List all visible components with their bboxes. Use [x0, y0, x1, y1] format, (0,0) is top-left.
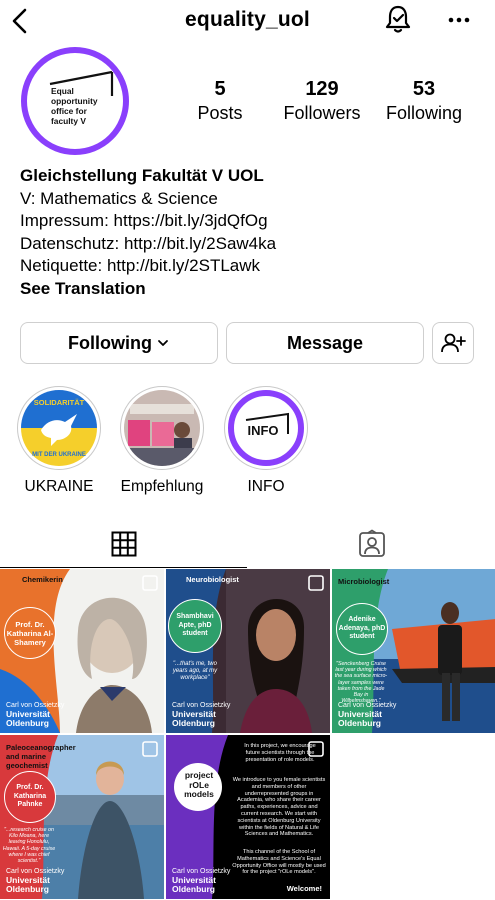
post-quote: "Senckenberg Cruise last year during whi…	[334, 661, 388, 705]
university-line1: Carl von Ossietzky	[338, 701, 397, 709]
university-line3: Oldenburg	[172, 883, 215, 894]
profile-stats: 5 Posts 129 Followers 53 Following	[180, 78, 480, 128]
empfehlung-thumbnail-icon	[124, 390, 200, 466]
post-quote: "...that's me, two years ago, at my work…	[172, 661, 218, 681]
project-welcome-text: Welcome!	[286, 884, 322, 893]
multiple-images-icon	[308, 575, 324, 591]
ukraine-dove-icon: SOLIDARITÄT MIT DER UKRAINE	[21, 390, 97, 466]
highlight-ring: INFO	[224, 386, 308, 470]
highlight-ring	[120, 386, 204, 470]
see-translation-link[interactable]: See Translation	[20, 278, 480, 301]
tagged-person-icon	[358, 529, 385, 557]
post-quote: "...research cruise on Kilo Moana, here …	[2, 827, 56, 865]
posts-count: 5	[214, 78, 226, 100]
followers-label: Followers	[283, 103, 361, 123]
profile-avatar[interactable]: Equal opportunity office for faculty V	[20, 46, 130, 156]
bell-icon[interactable]	[383, 4, 413, 36]
bio-datenschutz-link[interactable]: Datenschutz: http://bit.ly/2Saw4ka	[20, 233, 480, 256]
university-logo-text: Carl von Ossietzky Universität Oldenburg	[6, 702, 64, 728]
university-line1: Carl von Ossietzky	[172, 701, 231, 709]
avatar-logo: Equal opportunity office for faculty V	[21, 47, 129, 155]
multiple-images-icon	[142, 741, 158, 757]
university-logo-text: Carl von Ossietzky Universität Oldenburg	[172, 702, 230, 728]
tab-tagged[interactable]	[248, 520, 495, 568]
highlight-label: UKRAINE	[24, 478, 94, 495]
posts-label: Posts	[197, 103, 243, 123]
profile-username: equality_uol	[185, 8, 310, 31]
grid-icon	[111, 531, 136, 557]
highlight-label: INFO	[247, 478, 285, 495]
post-tag: Neurobiologist	[186, 575, 239, 584]
following-label: Following	[385, 103, 463, 123]
post-tile[interactable]: Paleoceanographer and marine geochemist …	[0, 735, 164, 899]
university-line3: Oldenburg	[338, 717, 381, 728]
post-tile[interactable]: Neurobiologist Shambhavi Apte, phD stude…	[166, 569, 330, 733]
post-tile[interactable]: Chemikerin Prof. Dr. Katharina Al-Shamer…	[0, 569, 164, 733]
university-logo-text: Carl von Ossietzky Universität Oldenburg	[338, 702, 396, 728]
post-tag: Chemikerin	[22, 575, 63, 584]
post-person-name: Prof. Dr. Katharina Pahnke	[4, 771, 56, 823]
highlight-ukraine[interactable]: SOLIDARITÄT MIT DER UKRAINE UKRAINE	[14, 386, 104, 496]
bio-impressum-link[interactable]: Impressum: https://bit.ly/3jdQfOg	[20, 210, 480, 233]
top-bar: equality_uol	[0, 0, 495, 44]
university-line1: Carl von Ossietzky	[6, 867, 65, 875]
svg-text:faculty V: faculty V	[51, 116, 86, 126]
info-badge-text: INFO	[247, 423, 278, 438]
profile-bio: Gleichstellung Fakultät V UOL V: Mathema…	[20, 165, 480, 300]
university-logo-text: Carl von Ossietzky Universität Oldenburg	[172, 868, 230, 894]
post-tag: Paleoceanographer and marine geochemist	[6, 743, 76, 770]
bio-line: V: Mathematics & Science	[20, 188, 218, 208]
tab-posts-grid[interactable]	[0, 520, 247, 568]
svg-text:opportunity: opportunity	[51, 96, 98, 106]
multiple-images-icon	[142, 575, 158, 591]
university-logo-text: Carl von Ossietzky Universität Oldenburg	[6, 868, 64, 894]
svg-text:Equal: Equal	[51, 86, 74, 96]
project-title: project rOLe models	[184, 770, 214, 799]
university-line3: Oldenburg	[172, 717, 215, 728]
project-footer-text: This channel of the School of Mathematic…	[232, 849, 326, 876]
ukraine-badge-top: SOLIDARITÄT	[34, 398, 85, 407]
message-button[interactable]: Message	[226, 322, 424, 364]
university-line1: Carl von Ossietzky	[172, 867, 231, 875]
university-line3: Oldenburg	[6, 717, 49, 728]
post-tile[interactable]: Microbiologist Adenike Adenaya, phD stud…	[332, 569, 495, 733]
multiple-images-icon	[308, 741, 324, 757]
project-body-text: We introduce to you female scientists an…	[232, 777, 326, 838]
svg-text:office for: office for	[51, 106, 88, 116]
post-person-name: Shambhavi Apte, phD student	[168, 599, 222, 653]
info-badge-icon: INFO	[228, 390, 304, 466]
active-tab-indicator	[0, 566, 247, 568]
highlight-label: Empfehlung	[120, 478, 204, 495]
more-horizontal-icon[interactable]	[446, 8, 472, 32]
chevron-down-icon	[158, 340, 168, 346]
post-person-name: Adenike Adenaya, phD student	[336, 603, 388, 655]
university-line1: Carl von Ossietzky	[6, 701, 65, 709]
profile-display-name: Gleichstellung Fakultät V UOL	[20, 166, 264, 185]
following-button[interactable]: Following	[20, 322, 218, 364]
highlight-empfehlung[interactable]: Empfehlung	[117, 386, 207, 496]
highlight-ring: SOLIDARITÄT MIT DER UKRAINE	[17, 386, 101, 470]
followers-stat[interactable]: 129 Followers	[272, 78, 372, 124]
ukraine-badge-bottom: MIT DER UKRAINE	[32, 452, 86, 458]
followers-count: 129	[305, 78, 339, 100]
add-user-button[interactable]	[432, 322, 474, 364]
following-stat[interactable]: 53 Following	[374, 78, 474, 124]
post-person-name: Prof. Dr. Katharina Al-Shamery	[4, 607, 56, 659]
bio-netiquette-link[interactable]: Netiquette: http://bit.ly/2STLawk	[20, 255, 480, 278]
posts-stat[interactable]: 5 Posts	[170, 78, 270, 124]
following-count: 53	[412, 78, 436, 100]
add-user-icon	[441, 333, 466, 353]
university-line3: Oldenburg	[6, 883, 49, 894]
post-tag: Microbiologist	[338, 577, 390, 586]
profile-tabs	[0, 520, 495, 568]
post-tile[interactable]: project rOLe models In this project, we …	[166, 735, 330, 899]
message-button-label: Message	[286, 332, 364, 353]
following-button-label: Following	[68, 332, 152, 353]
highlight-info[interactable]: INFO INFO	[221, 386, 311, 496]
